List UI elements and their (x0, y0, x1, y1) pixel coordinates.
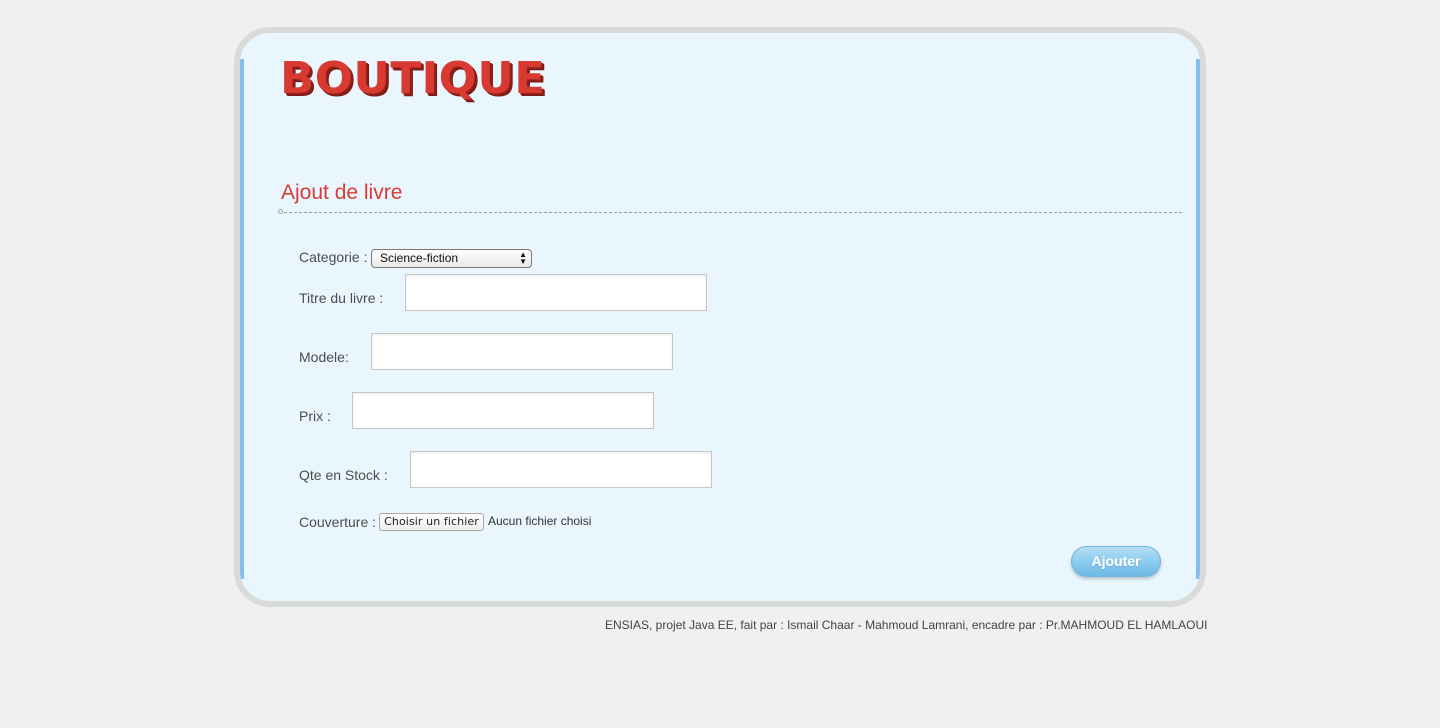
category-selected-value: Science-fiction (380, 251, 459, 265)
book-form-panel: BOUTIQUE Ajout de livre Categorie : Scie… (234, 27, 1206, 607)
page-title: Ajout de livre (281, 181, 403, 204)
divider-dot-icon (278, 209, 283, 214)
stock-quantity-label: Qte en Stock : (299, 467, 388, 483)
book-title-input[interactable] (405, 274, 707, 311)
price-label: Prix : (299, 408, 331, 424)
book-title-label: Titre du livre : (299, 290, 384, 306)
category-label: Categorie : (299, 249, 368, 265)
model-label: Modele: (299, 349, 349, 365)
stock-quantity-input[interactable] (410, 451, 712, 488)
page-footer: ENSIAS, projet Java EE, fait par : Ismai… (605, 618, 1208, 632)
cover-label: Couverture : (299, 514, 377, 530)
model-input[interactable] (371, 333, 673, 370)
up-down-arrow-icon: ▲ ▼ (519, 250, 527, 266)
section-divider (284, 212, 1182, 213)
category-select[interactable]: Science-fiction ▲ ▼ (371, 249, 532, 268)
add-book-button[interactable]: Ajouter (1071, 546, 1161, 577)
file-status-text: Aucun fichier choisi (488, 514, 592, 528)
choose-file-button[interactable]: Choisir un fichier (379, 513, 484, 531)
price-input[interactable] (352, 392, 654, 429)
boutique-logo: BOUTIQUE (280, 53, 546, 104)
